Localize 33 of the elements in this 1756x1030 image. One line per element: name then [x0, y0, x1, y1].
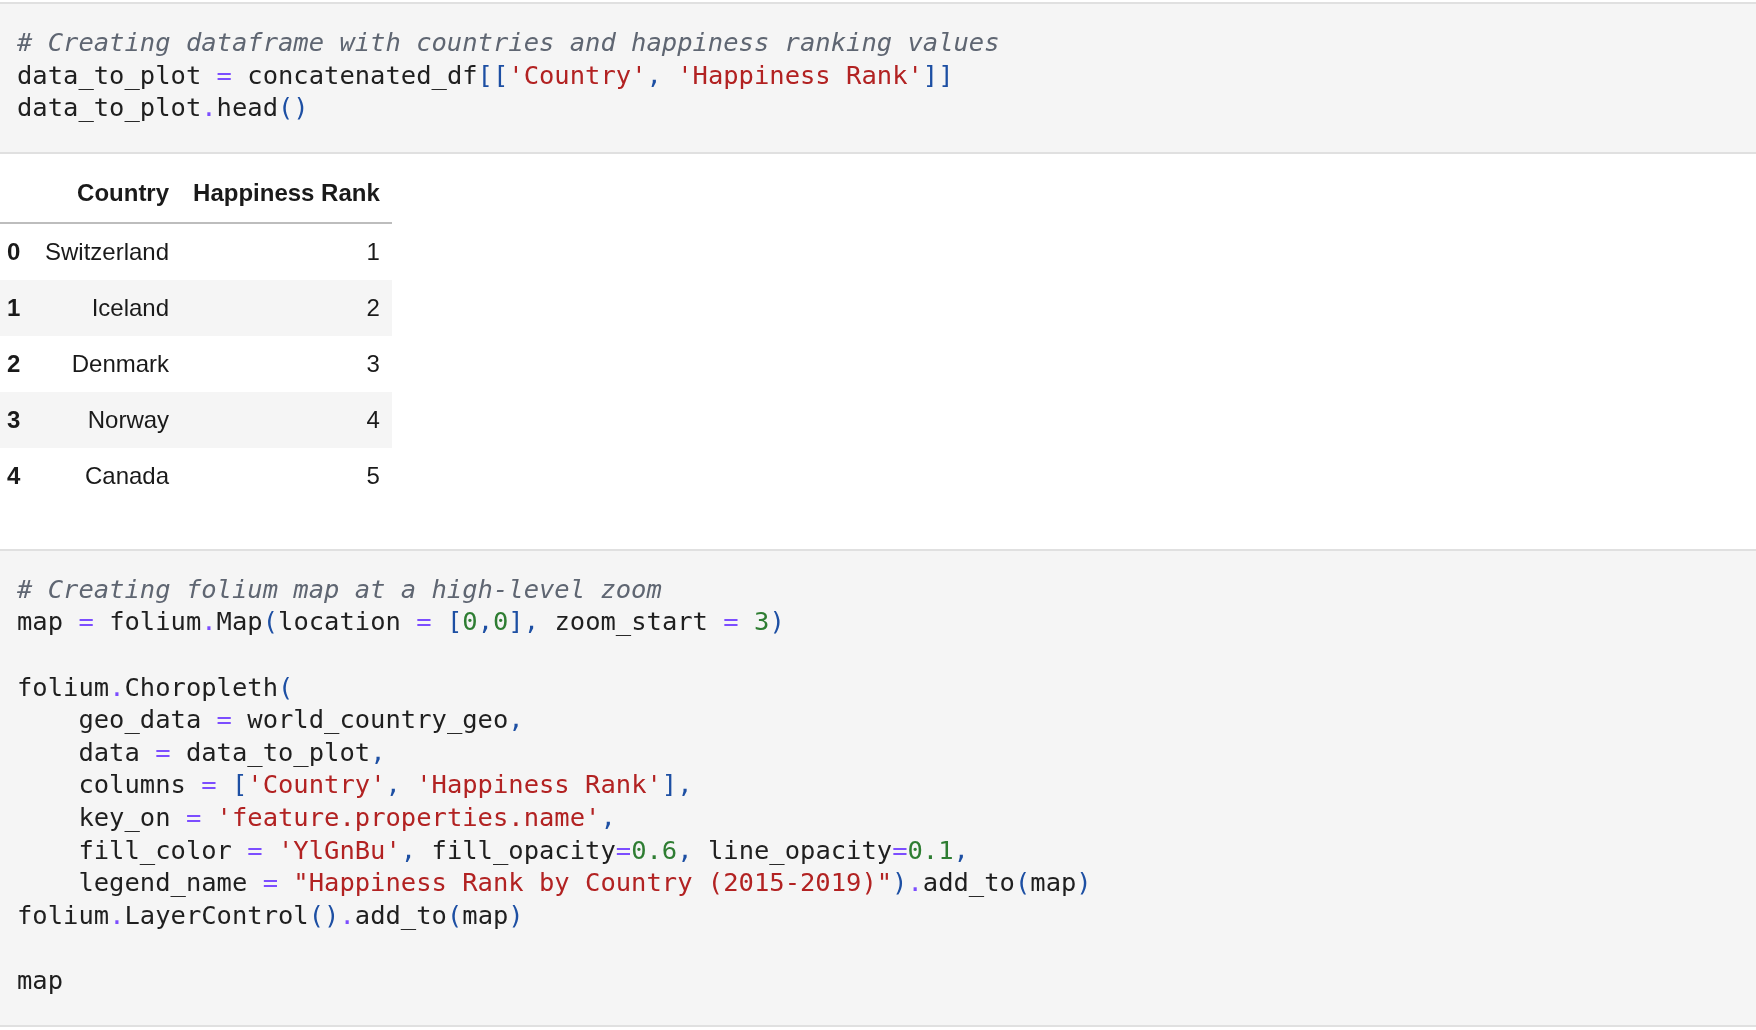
column-header: Country — [33, 163, 182, 223]
table-cell: 1 — [181, 222, 392, 280]
code-line: geo_data = world_country_geo, — [77, 703, 524, 736]
code-line: folium.LayerControl().add_to(map) — [17, 898, 524, 932]
code-line: data = data_to_plot, — [77, 735, 386, 769]
code-line: data_to_plot.head() — [17, 91, 309, 124]
code-line: data_to_plot = concatenated_df[['Country', 'Happiness Rank']] — [17, 58, 954, 92]
code-line: folium.Choropleth( — [17, 670, 294, 704]
code-cell[interactable] — [0, 548, 1756, 1027]
table-cell: 3 — [181, 335, 392, 392]
row-index: 1 — [0, 279, 33, 336]
code-line: fill_color = 'YlGnBu', fill_opacity=0.6, line_opacity=0.1, — [77, 833, 969, 867]
code-line: map = folium.Map(location = [0,0], zoom_start = 3) — [17, 605, 785, 638]
table-cell: Switzerland — [33, 222, 182, 280]
code-line: # Creating dataframe with countries and happiness ranking values — [17, 26, 1000, 59]
row-index: 3 — [0, 391, 33, 448]
table-cell: Norway — [33, 391, 182, 448]
column-header: Happiness Rank — [181, 163, 392, 223]
table-cell: 2 — [181, 279, 392, 336]
table-cell: Canada — [33, 447, 182, 504]
row-index: 0 — [0, 222, 33, 280]
table-cell: Denmark — [33, 335, 182, 392]
code-line: # Creating folium map at a high-level zoom — [17, 572, 662, 606]
row-index: 4 — [0, 447, 33, 504]
code-line: legend_name = "Happiness Rank by Country (2015-2019)").add_to(map) — [77, 866, 1092, 899]
code-cell[interactable]: # Creating dataframe with countries and happiness ranking values data_to_plot = concatenated_df[['Country', 'Happiness Rank']] data_to_plot.head() — [0, 2, 1756, 154]
code-line: map — [17, 963, 64, 997]
table-cell: 4 — [181, 391, 392, 448]
table-cell: 5 — [181, 447, 392, 504]
code-line: columns = ['Country', 'Happiness Rank'], — [77, 768, 693, 801]
code-line: key_on = 'feature.properties.name', — [77, 800, 616, 834]
row-index: 2 — [0, 335, 33, 392]
table-cell: Iceland — [33, 279, 182, 336]
